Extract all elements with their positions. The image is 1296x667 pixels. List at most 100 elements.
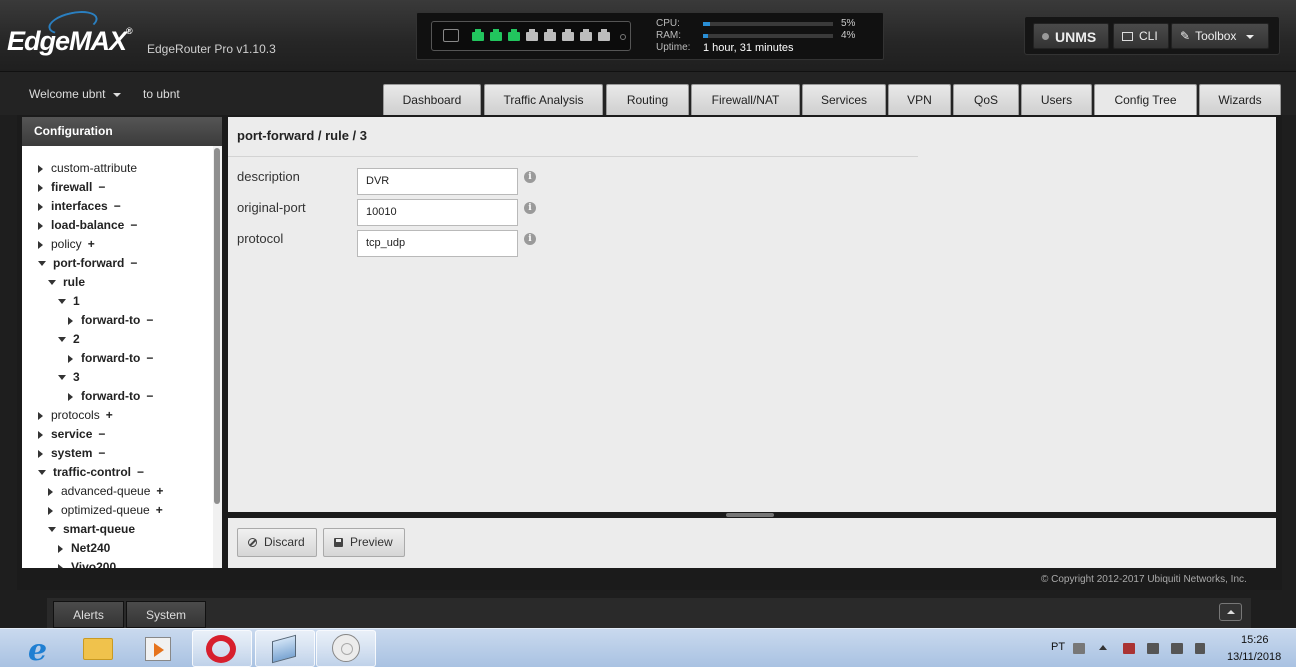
ethernet-port-icon[interactable]: [490, 29, 502, 41]
caret-down-icon[interactable]: [48, 527, 56, 532]
splitter-grip-icon[interactable]: [726, 513, 774, 517]
ethernet-port-icon[interactable]: [472, 29, 484, 41]
original-port-field[interactable]: 10010: [357, 199, 518, 226]
caret-right-icon[interactable]: [38, 241, 43, 249]
volume-icon[interactable]: [1195, 643, 1205, 654]
remove-icon[interactable]: −: [137, 465, 144, 479]
add-icon[interactable]: +: [106, 408, 113, 422]
description-field[interactable]: DVR: [357, 168, 518, 195]
tab-traffic-analysis[interactable]: Traffic Analysis: [484, 84, 603, 115]
port-status-box[interactable]: [431, 21, 631, 51]
caret-right-icon[interactable]: [48, 507, 53, 515]
caret-down-icon[interactable]: [58, 337, 66, 342]
tab-wizards[interactable]: Wizards: [1199, 84, 1281, 115]
ethernet-port-icon[interactable]: [544, 29, 556, 41]
remove-icon[interactable]: −: [146, 313, 153, 327]
show-hidden-icons[interactable]: [1099, 645, 1107, 650]
tab-alerts[interactable]: Alerts: [53, 601, 124, 628]
remove-icon[interactable]: −: [130, 218, 137, 232]
caret-right-icon[interactable]: [38, 222, 43, 230]
tree-node[interactable]: firewall −: [38, 178, 105, 196]
caret-right-icon[interactable]: [38, 412, 43, 420]
add-icon[interactable]: +: [156, 503, 163, 517]
usb-icon[interactable]: [1147, 643, 1159, 654]
caret-right-icon[interactable]: [68, 355, 73, 363]
tree-node[interactable]: port-forward −: [38, 254, 137, 272]
tree-node[interactable]: interfaces −: [38, 197, 121, 215]
tab-dashboard[interactable]: Dashboard: [383, 84, 481, 115]
language-indicator[interactable]: PT: [1051, 641, 1065, 653]
tree-node[interactable]: custom-attribute: [38, 159, 137, 177]
remove-icon[interactable]: −: [98, 427, 105, 441]
tree-node[interactable]: Vivo200: [58, 558, 116, 568]
tree-node[interactable]: forward-to −: [68, 311, 153, 329]
tab-users[interactable]: Users: [1021, 84, 1092, 115]
tree-node[interactable]: 1: [58, 292, 80, 310]
action-center-icon[interactable]: [1123, 643, 1135, 654]
caret-right-icon[interactable]: [48, 488, 53, 496]
remove-icon[interactable]: −: [98, 446, 105, 460]
tree-node[interactable]: service −: [38, 425, 105, 443]
add-icon[interactable]: +: [88, 237, 95, 251]
remove-icon[interactable]: −: [146, 351, 153, 365]
caret-right-icon[interactable]: [68, 393, 73, 401]
tree-node[interactable]: smart-queue: [48, 520, 135, 538]
remove-icon[interactable]: −: [130, 256, 137, 270]
cli-button[interactable]: CLI: [1113, 23, 1169, 49]
tree-node[interactable]: load-balance −: [38, 216, 137, 234]
info-icon[interactable]: i: [524, 233, 536, 245]
tree-node[interactable]: 2: [58, 330, 80, 348]
tree-node[interactable]: 3: [58, 368, 80, 386]
preview-button[interactable]: Preview: [323, 528, 405, 557]
add-icon[interactable]: +: [156, 484, 163, 498]
unms-button[interactable]: UNMS: [1033, 23, 1109, 49]
caret-right-icon[interactable]: [68, 317, 73, 325]
protocol-field[interactable]: tcp_udp: [357, 230, 518, 257]
tree-node[interactable]: forward-to −: [68, 349, 153, 367]
tree-node[interactable]: policy +: [38, 235, 95, 253]
tree-node[interactable]: rule: [48, 273, 85, 291]
ethernet-port-icon[interactable]: [562, 29, 574, 41]
caret-right-icon[interactable]: [38, 184, 43, 192]
ethernet-port-icon[interactable]: [508, 29, 520, 41]
internet-explorer-button[interactable]: e: [6, 630, 66, 667]
caret-right-icon[interactable]: [58, 564, 63, 568]
tab-services[interactable]: Services: [802, 84, 886, 115]
tab-qos[interactable]: QoS: [953, 84, 1019, 115]
tree-node[interactable]: forward-to −: [68, 387, 153, 405]
tab-system[interactable]: System: [126, 601, 206, 628]
tab-config-tree[interactable]: Config Tree: [1094, 84, 1197, 115]
ethernet-port-icon[interactable]: [526, 29, 538, 41]
tree-node[interactable]: protocols +: [38, 406, 113, 424]
network-icon[interactable]: [1171, 643, 1183, 654]
discard-button[interactable]: Discard: [237, 528, 317, 557]
info-icon[interactable]: i: [524, 202, 536, 214]
tree-node[interactable]: Net240: [58, 539, 110, 557]
remove-icon[interactable]: −: [146, 389, 153, 403]
clock-time[interactable]: 15:26: [1241, 634, 1269, 646]
ethernet-port-icon[interactable]: [580, 29, 592, 41]
caret-down-icon[interactable]: [48, 280, 56, 285]
clock-date[interactable]: 13/11/2018: [1227, 651, 1281, 663]
remove-icon[interactable]: −: [114, 199, 121, 213]
caret-down-icon[interactable]: [38, 261, 46, 266]
caret-right-icon[interactable]: [38, 431, 43, 439]
tab-firewall-nat[interactable]: Firewall/NAT: [691, 84, 800, 115]
expand-up-button[interactable]: [1219, 603, 1242, 621]
sidebar-scrollbar-thumb[interactable]: [214, 148, 220, 504]
caret-down-icon[interactable]: [58, 299, 66, 304]
remove-icon[interactable]: −: [98, 180, 105, 194]
user-menu[interactable]: Welcome ubnt: [29, 87, 122, 101]
sidebar-scrollbar[interactable]: [213, 146, 222, 568]
keyboard-icon[interactable]: [1073, 643, 1085, 654]
toolbox-button[interactable]: ✎ Toolbox: [1171, 23, 1269, 49]
caret-right-icon[interactable]: [58, 545, 63, 553]
caret-right-icon[interactable]: [38, 450, 43, 458]
tree-node[interactable]: traffic-control −: [38, 463, 144, 481]
tab-vpn[interactable]: VPN: [888, 84, 951, 115]
ethernet-port-icon[interactable]: [598, 29, 610, 41]
tree-node[interactable]: system −: [38, 444, 105, 462]
tab-routing[interactable]: Routing: [606, 84, 689, 115]
info-icon[interactable]: i: [524, 171, 536, 183]
caret-down-icon[interactable]: [38, 470, 46, 475]
